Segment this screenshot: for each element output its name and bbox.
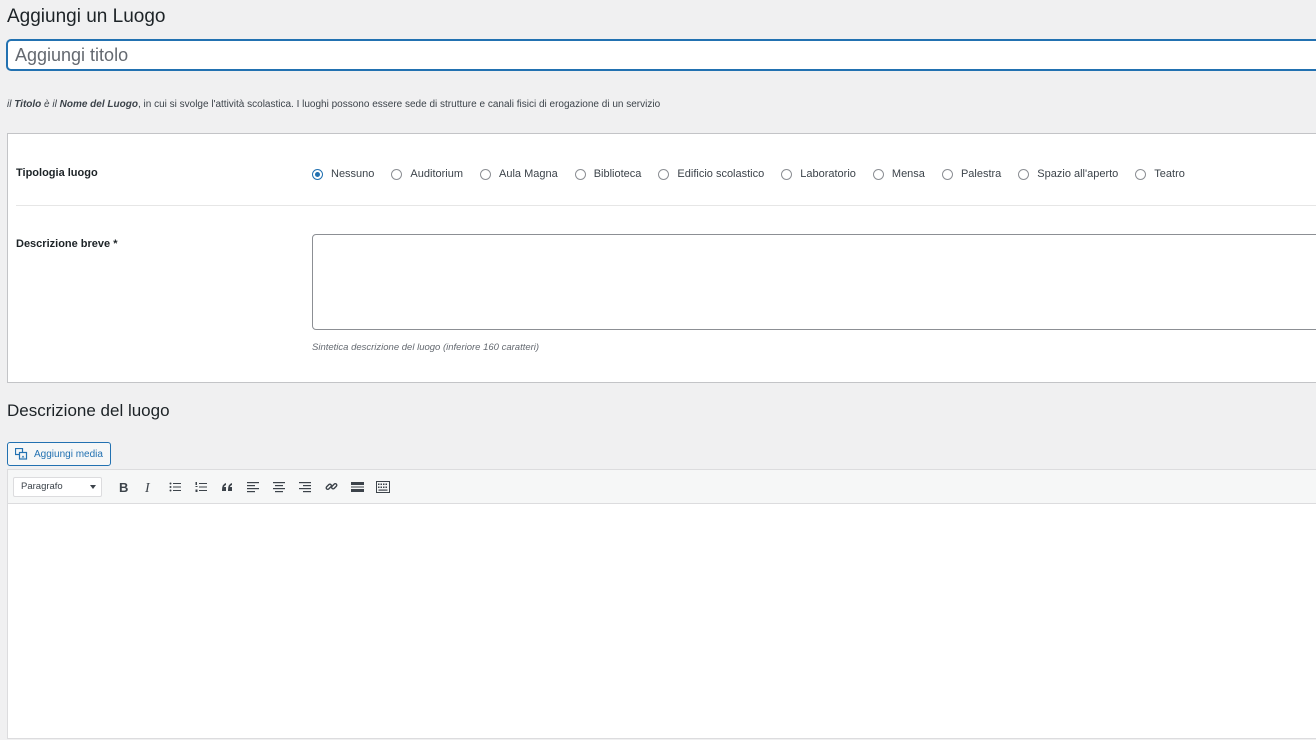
content-editor: Paragrafo B I	[7, 469, 1316, 739]
radio-label: Aula Magna	[499, 168, 558, 180]
align-left-button[interactable]	[240, 475, 266, 499]
italic-icon: I	[144, 481, 151, 493]
radio-label: Edificio scolastico	[677, 168, 765, 180]
descrizione-section-title: Descrizione del luogo	[7, 401, 170, 420]
tipologia-radio-group: Nessuno Auditorium Aula Magna Biblioteca…	[312, 168, 1202, 180]
radio-label: Palestra	[960, 168, 1002, 180]
help-part3: , in cui si svolge l'attività scolastica…	[137, 99, 661, 110]
radio-option-edificio-scolastico[interactable]: Edificio scolastico	[658, 168, 764, 180]
radio-button[interactable]	[391, 168, 403, 180]
add-media-button[interactable]: Aggiungi media	[7, 442, 111, 466]
tipologia-label: Tipologia luogo	[16, 167, 98, 179]
radio-label: Auditorium	[410, 168, 463, 180]
radio-label: Spazio all'aperto	[1037, 168, 1119, 180]
radio-label: Laboratorio	[800, 168, 856, 180]
radio-label: Mensa	[891, 168, 925, 180]
radio-button[interactable]	[941, 168, 953, 180]
align-right-button[interactable]	[292, 475, 318, 499]
radio-button[interactable]	[1135, 168, 1147, 180]
title-help-text: il Titolo è il Nome del Luogo, in cui si…	[7, 99, 660, 110]
radio-label: Teatro	[1154, 168, 1185, 180]
chevron-down-icon	[90, 484, 96, 489]
field-separator	[16, 205, 1316, 206]
radio-option-spazio-all-aperto[interactable]: Spazio all'aperto	[1018, 168, 1118, 180]
align-center-button[interactable]	[266, 475, 292, 499]
help-nome: Nome del Luogo	[59, 99, 138, 110]
align-left-icon	[247, 481, 259, 492]
blockquote-button[interactable]	[214, 475, 240, 499]
radio-option-auditorium[interactable]: Auditorium	[391, 168, 463, 180]
radio-button-checked[interactable]	[312, 168, 323, 180]
editor-content-area[interactable]	[8, 504, 1316, 740]
toolbar-toggle-icon	[376, 480, 390, 493]
luogo-metabox: Tipologia luogo Nessuno Auditorium Aula …	[7, 133, 1316, 383]
numbered-list-icon	[195, 481, 207, 492]
radio-button[interactable]	[480, 168, 491, 180]
bold-button[interactable]: B	[110, 475, 136, 499]
add-media-icon	[15, 448, 28, 460]
descrizione-breve-label: Descrizione breve *	[16, 238, 118, 250]
radio-button[interactable]	[658, 168, 670, 180]
radio-button[interactable]	[574, 168, 586, 180]
page-title: Aggiungi un Luogo	[7, 6, 166, 27]
add-media-label: Aggiungi media	[34, 448, 103, 460]
radio-option-nessuno[interactable]: Nessuno	[312, 168, 374, 180]
italic-button[interactable]: I	[136, 475, 162, 499]
bold-icon: B	[119, 481, 128, 493]
descrizione-breve-textarea[interactable]	[312, 234, 1316, 330]
toolbar-toggle-button[interactable]	[370, 475, 396, 499]
radio-label: Nessuno	[331, 168, 375, 180]
help-part2: è il	[41, 99, 60, 110]
read-more-button[interactable]	[344, 475, 370, 499]
radio-option-aula-magna[interactable]: Aula Magna	[480, 168, 558, 180]
svg-text:I: I	[144, 481, 151, 493]
radio-option-mensa[interactable]: Mensa	[872, 168, 925, 180]
link-button[interactable]	[318, 475, 344, 499]
radio-label: Biblioteca	[593, 168, 642, 180]
radio-button[interactable]	[872, 168, 884, 180]
bullet-list-button[interactable]	[162, 475, 188, 499]
bullet-list-icon	[169, 482, 181, 491]
descrizione-breve-help: Sintetica descrizione del luogo (inferio…	[312, 342, 540, 353]
format-select-value: Paragrafo	[21, 481, 63, 492]
numbered-list-button[interactable]	[188, 475, 214, 499]
radio-option-palestra[interactable]: Palestra	[941, 168, 1002, 180]
link-icon	[325, 482, 337, 491]
radio-button[interactable]	[781, 168, 793, 180]
read-more-icon	[350, 481, 364, 492]
radio-option-teatro[interactable]: Teatro	[1135, 168, 1185, 180]
blockquote-icon	[221, 482, 232, 491]
radio-option-biblioteca[interactable]: Biblioteca	[574, 168, 642, 180]
radio-button[interactable]	[1018, 168, 1030, 180]
editor-toolbar: Paragrafo B I	[8, 470, 1316, 504]
help-titolo: Titolo	[14, 99, 42, 110]
align-center-icon	[273, 481, 285, 492]
format-select[interactable]: Paragrafo	[13, 476, 102, 497]
title-input[interactable]	[7, 40, 1316, 70]
align-right-icon	[299, 481, 311, 492]
svg-text:B: B	[119, 481, 128, 493]
radio-option-laboratorio[interactable]: Laboratorio	[781, 168, 856, 180]
